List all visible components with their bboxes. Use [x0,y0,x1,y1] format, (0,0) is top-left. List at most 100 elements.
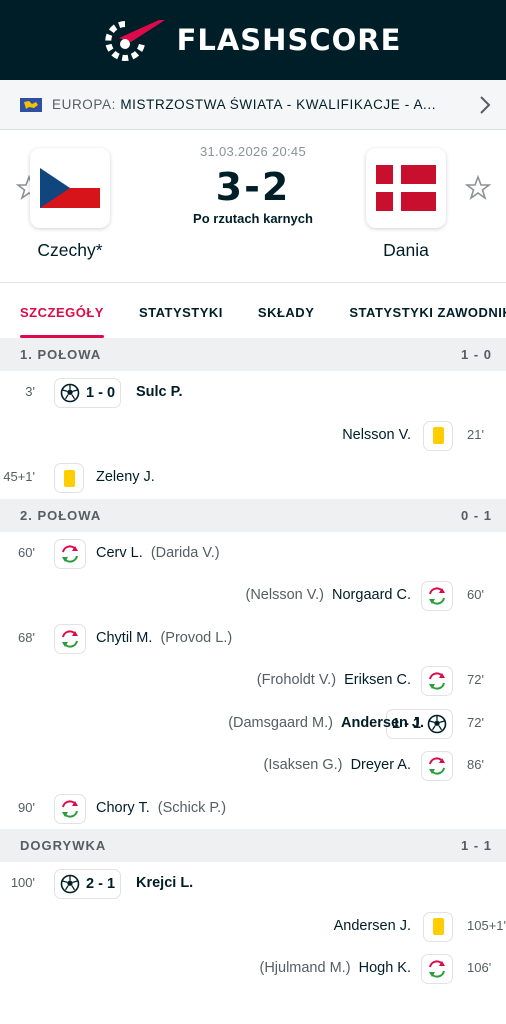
match-tabs: SZCZEGÓŁY STATYSTYKI SKŁADY STATYSTYKI Z… [0,282,506,338]
event-minute: 100' [10,875,35,890]
player-name: Sulc P. [136,384,183,400]
event-minute: 90' [18,799,35,815]
assist-name: (Nelsson V.) [245,587,324,603]
league-country: EUROPA: [52,97,116,112]
period-title: 2. POŁOWA [20,507,102,523]
match-event-row[interactable]: 72' (Froholdt V.) Eriksen C. [0,659,506,702]
league-title: EUROPA: MISTRZOSTWA ŚWIATA - KWALIFIKACJ… [52,97,478,112]
match-events: 1. POŁOWA 1 - 0 3' 1 - 0 Sulc P. 21' Nelsson V… [0,338,506,990]
event-minute: 3' [25,384,35,399]
flashscore-logo[interactable]: FLASHSCORE [104,18,402,62]
match-event-row[interactable]: 86' (Isaksen G.) Dreyer A. [0,744,506,787]
event-minute: 86' [467,757,484,772]
event-icon-box [421,751,453,781]
event-text: (Hjulmand M.) Hogh K. [259,947,411,990]
brand-name: FLASHSCORE [176,23,402,57]
substitution-icon [62,544,78,563]
event-icon-box [54,793,86,824]
match-score: 3-2 [215,165,291,209]
match-header: Czechy* 31.03.2026 20:45 3-2 Po rzutach … [0,130,506,282]
substitution-icon [62,629,78,648]
match-event-row[interactable]: 90' Chory T. (Schick P.) [0,787,506,830]
home-team[interactable]: Czechy* [10,148,130,261]
yellow-card-icon [432,918,444,935]
flashscore-logo-icon [104,20,165,61]
event-text: (Damsgaard M.) Andersen J. [228,702,424,745]
match-event-row[interactable]: 72' 1 - 1 (Damsgaard M.) Andersen J. [0,702,506,745]
event-icon-box: 2 - 1 [54,869,122,899]
event-text: (Nelsson V.) Norgaard C. [246,574,412,617]
match-event-row[interactable]: 100' 2 - 1 Krejci L. [0,862,506,905]
player-name: Nelsson V. [342,426,411,443]
event-text: (Froholdt V.) Eriksen C. [257,659,411,702]
event-text: Andersen J. [334,905,411,948]
assist-name: (Darida V.) [150,544,220,561]
tab-lineups[interactable]: SKŁADY [258,305,314,338]
event-text: Chytil M. (Provod L.) [96,617,232,660]
period-title: DOGRYWKA [20,838,107,853]
event-icon-box: 1 - 0 [54,378,122,408]
event-text: (Isaksen G.) Dreyer A. [264,744,411,787]
match-event-row[interactable]: 45+1' Zeleny J. [0,456,506,499]
player-name: Cerv L. [96,544,143,561]
assist-name: (Provod L.) [160,629,233,646]
period-score: 0 - 1 [460,507,492,523]
assist-name: (Froholdt V.) [256,672,337,688]
match-event-row[interactable]: 3' 1 - 0 Sulc P. [0,371,506,414]
soccer-ball-icon [427,714,447,733]
event-icon-box [423,911,453,942]
event-minute: 60' [18,544,35,560]
europe-flag-icon [20,97,42,112]
event-text: Cerv L. (Darida V.) [96,532,220,575]
czech-flag-icon [30,148,110,228]
event-icon-box [421,954,453,984]
substitution-icon [429,672,445,690]
favorite-star-icon[interactable] [465,175,491,201]
substitution-icon [429,757,445,775]
event-minute: 68' [18,629,35,645]
league-bar[interactable]: EUROPA: MISTRZOSTWA ŚWIATA - KWALIFIKACJ… [0,80,506,130]
tab-player-statistics[interactable]: STATYSTYKI ZAWODNIKÓW [349,305,506,338]
event-icon-box [54,623,86,654]
event-minute: 105+1' [467,917,506,933]
event-minute: 106' [467,960,492,975]
match-event-row[interactable]: 68' Chytil M. (Provod L.) [0,617,506,660]
match-datetime: 31.03.2026 20:45 [199,144,306,159]
tab-statistics[interactable]: STATYSTYKI [139,305,223,338]
event-icon-box [54,463,84,493]
assist-name: (Schick P.) [157,799,227,816]
yellow-card-icon [63,469,75,487]
event-icon-box [421,581,453,611]
substitution-icon [429,960,445,978]
player-name: Hogh K. [358,960,411,976]
player-name: Andersen J. [333,917,411,934]
match-event-row[interactable]: 106' (Hjulmand M.) Hogh K. [0,947,506,990]
player-name: Chytil M. [96,629,153,646]
event-minute: 45+1' [3,469,35,484]
away-team-name: Dania [383,240,429,260]
period-header: 2. POŁOWA 0 - 1 [0,498,506,532]
goal-score: 1 - 0 [86,385,116,401]
match-event-row[interactable]: 21' Nelsson V. [0,414,506,457]
period-header: DOGRYWKA 1 - 1 [0,829,506,862]
player-name: Zeleny J. [96,469,155,485]
player-name: Krejci L. [136,875,194,891]
assist-name: (Damsgaard M.) [228,714,333,731]
match-score-block: 31.03.2026 20:45 3-2 Po rzutach karnych [150,144,356,226]
chevron-right-icon[interactable] [478,94,492,116]
period-header: 1. POŁOWA 1 - 0 [0,338,506,371]
match-event-row[interactable]: 60' Cerv L. (Darida V.) [0,532,506,575]
event-text: Zeleny J. [96,456,155,499]
player-name: Norgaard C. [332,587,411,603]
player-name: Dreyer A. [350,757,411,773]
home-team-name: Czechy* [37,240,103,260]
assist-name: (Isaksen G.) [263,757,343,773]
event-text: Sulc P. [136,371,182,414]
period-title: 1. POŁOWA [20,347,102,362]
match-event-row[interactable]: 105+1' Andersen J. [0,905,506,948]
match-event-row[interactable]: 60' (Nelsson V.) Norgaard C. [0,574,506,617]
denmark-flag-icon [366,148,446,228]
tab-details[interactable]: SZCZEGÓŁY [20,305,104,338]
away-team[interactable]: Dania [346,148,466,261]
player-name: Chory T. [96,799,150,816]
